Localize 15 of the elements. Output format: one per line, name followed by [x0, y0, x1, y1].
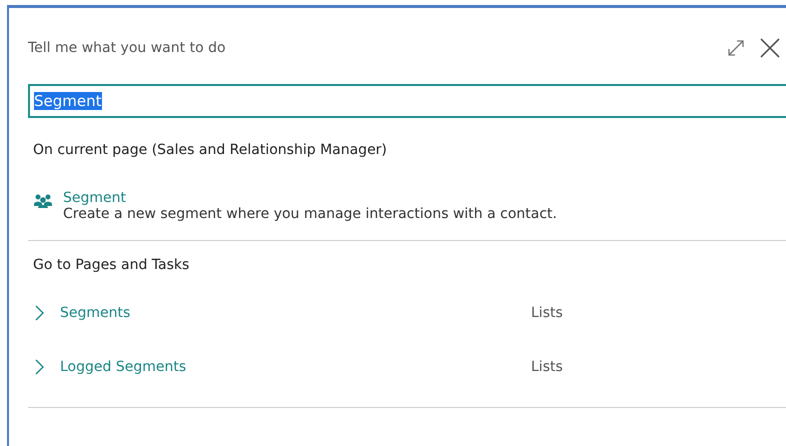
category-label: Lists	[531, 359, 563, 375]
chevron-icon[interactable]	[35, 305, 44, 321]
search-field[interactable]: Segment	[28, 84, 786, 118]
expand-icon[interactable]	[726, 38, 746, 58]
page-link[interactable]: Logged Segments	[60, 359, 186, 375]
page-link[interactable]: Segments	[60, 305, 130, 321]
dialog-title: Tell me what you want to do	[28, 40, 226, 56]
section-heading: Go to Pages and Tasks	[33, 257, 190, 273]
people-icon	[33, 193, 53, 209]
section-heading: On current page (Sales and Relationship Manager)	[33, 142, 388, 158]
category-label: Lists	[531, 305, 563, 321]
chevron-icon[interactable]	[35, 359, 44, 375]
action-description: Create a new segment where you manage interactions with a contact.	[63, 206, 557, 222]
action-link[interactable]: Segment	[63, 190, 557, 206]
close-icon[interactable]	[760, 38, 780, 58]
